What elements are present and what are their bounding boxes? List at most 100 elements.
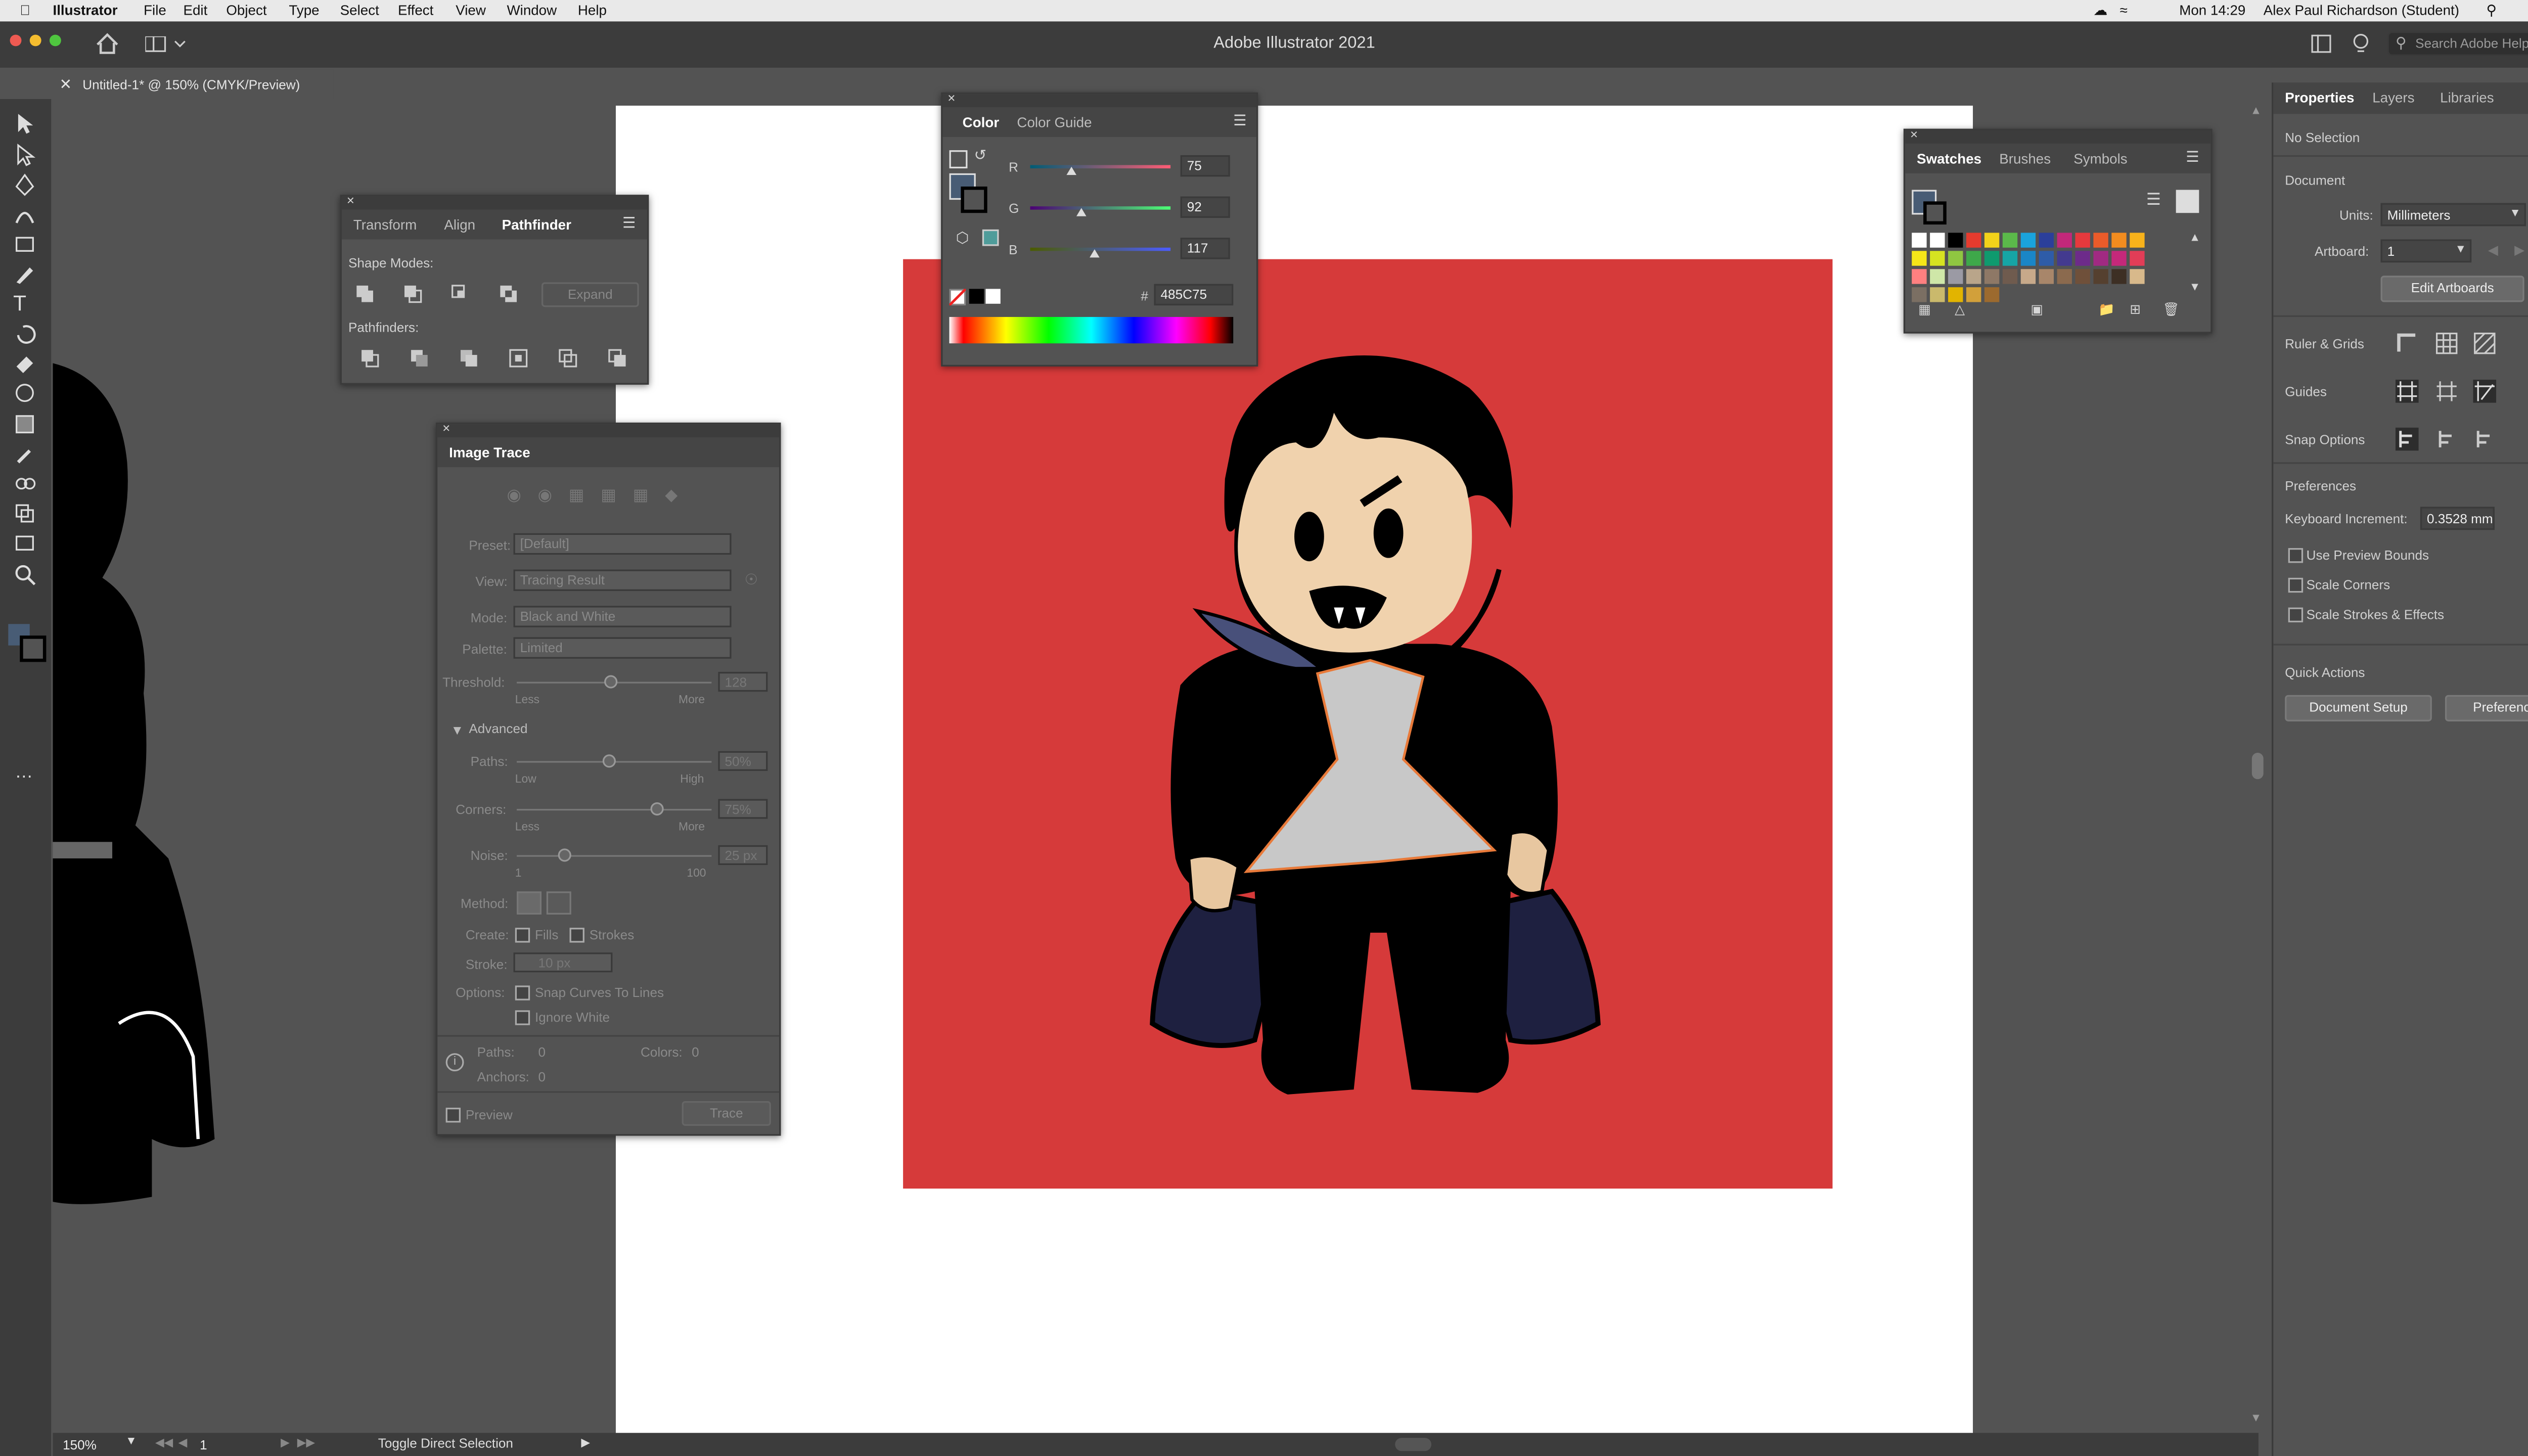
user-name[interactable]: Alex Paul Richardson (Student)	[2264, 2, 2459, 18]
show-guides-icon[interactable]	[2395, 380, 2419, 403]
hex-input[interactable]: 485C75	[1154, 284, 1234, 306]
paths-input[interactable]: 50%	[718, 751, 768, 771]
last-artboard-icon[interactable]: ▶▶	[297, 1436, 315, 1449]
gradient-tool-icon[interactable]	[13, 413, 36, 436]
swatch[interactable]	[2130, 269, 2145, 284]
tab-libraries[interactable]: Libraries	[2440, 89, 2494, 106]
swatch[interactable]	[2093, 269, 2108, 284]
web-safe-color-icon[interactable]	[982, 229, 999, 246]
strokes-checkbox[interactable]	[569, 928, 584, 943]
green-slider-thumb[interactable]	[1075, 208, 1086, 216]
tab-brushes[interactable]: Brushes	[1999, 150, 2051, 167]
method-abutting-button[interactable]	[517, 891, 542, 915]
type-tool-icon[interactable]: T	[13, 291, 36, 315]
color-spectrum[interactable]	[949, 316, 1234, 344]
tab-swatches[interactable]: Swatches	[1917, 150, 1981, 167]
swatch[interactable]	[1948, 251, 1963, 266]
horizontal-scrollbar-thumb[interactable]	[1395, 1438, 1432, 1451]
swatch[interactable]	[2057, 233, 2072, 248]
method-overlapping-button[interactable]	[546, 891, 571, 915]
stroke-color-swatch[interactable]	[1923, 201, 1947, 225]
intersect-icon[interactable]	[450, 284, 470, 304]
close-panel-icon[interactable]: ×	[347, 193, 354, 208]
more-tools-icon[interactable]: …	[15, 763, 33, 783]
eye-icon[interactable]: ☉	[745, 571, 758, 589]
close-panel-icon[interactable]: ×	[442, 421, 450, 436]
swatch[interactable]	[2002, 269, 2018, 284]
swatch[interactable]	[2075, 269, 2090, 284]
document-tab[interactable]: ✕ Untitled-1* @ 150% (CMYK/Preview)	[53, 69, 334, 99]
snap-to-pixel-icon[interactable]	[2473, 428, 2496, 451]
trace-button[interactable]: Trace	[682, 1101, 771, 1126]
swatch[interactable]	[2002, 233, 2018, 248]
list-view-icon[interactable]: ☰	[2146, 192, 2161, 210]
current-tool-status[interactable]: Toggle Direct Selection	[378, 1436, 513, 1451]
swatch[interactable]	[1930, 269, 1945, 284]
transparency-grid-icon[interactable]	[2473, 332, 2496, 355]
swatch[interactable]	[1966, 251, 1981, 266]
lock-guides-icon[interactable]	[2435, 380, 2458, 403]
menu-edit[interactable]: Edit	[183, 2, 207, 18]
outline-icon[interactable]	[558, 348, 578, 368]
tab-color-guide[interactable]: Color Guide	[1017, 114, 1092, 130]
threshold-input[interactable]: 128	[718, 671, 768, 692]
swatch[interactable]	[2093, 233, 2108, 248]
first-artboard-icon[interactable]: ◀◀	[155, 1436, 173, 1449]
blue-value-input[interactable]: 117	[1180, 238, 1230, 259]
clock[interactable]: Mon 14:29	[2179, 2, 2245, 18]
swatch[interactable]	[2020, 269, 2036, 284]
panel-menu-icon[interactable]: ☰	[622, 214, 636, 233]
thumbnail-view-icon[interactable]	[2176, 190, 2199, 213]
stroke-color-swatch[interactable]	[20, 635, 47, 662]
noise-input[interactable]: 25 px	[718, 845, 768, 866]
swatch[interactable]	[1930, 233, 1945, 248]
threshold-slider-thumb[interactable]	[604, 675, 618, 689]
swatch[interactable]	[1930, 251, 1945, 266]
creative-cloud-icon[interactable]: ☁	[2093, 2, 2107, 20]
pen-tool-icon[interactable]	[13, 173, 36, 197]
crop-icon[interactable]	[509, 348, 528, 368]
preset-icons[interactable]: ◉◉▦▦▦◆	[507, 487, 694, 505]
swatch[interactable]	[2020, 251, 2036, 266]
out-of-gamut-icon[interactable]: ⬡	[956, 230, 969, 248]
scale-strokes-checkbox[interactable]	[2288, 607, 2304, 623]
blue-slider[interactable]	[1030, 247, 1171, 251]
spotlight-icon[interactable]: ⚲	[2487, 2, 2497, 20]
next-artboard-icon[interactable]: ▶	[281, 1436, 290, 1449]
artboard-tool-icon[interactable]	[13, 531, 36, 555]
previous-artboard-icon[interactable]: ◀	[2488, 243, 2498, 257]
swatch-libraries-icon[interactable]: ▦	[1918, 302, 1931, 317]
vampire-artwork[interactable]	[1139, 347, 1618, 1106]
swatch[interactable]	[2057, 251, 2072, 266]
white-color-icon[interactable]	[985, 289, 1001, 304]
swatch[interactable]	[2075, 233, 2090, 248]
merge-icon[interactable]	[459, 348, 479, 368]
swatch[interactable]	[1966, 287, 1981, 302]
panel-menu-icon[interactable]: ☰	[2186, 149, 2199, 167]
use-preview-bounds-checkbox[interactable]	[2288, 548, 2304, 563]
menu-type[interactable]: Type	[289, 2, 319, 18]
swatch[interactable]	[1912, 233, 1927, 248]
arrange-documents-icon[interactable]	[2311, 34, 2331, 53]
swatch[interactable]	[2039, 233, 2054, 248]
swatch[interactable]	[1984, 269, 2000, 284]
tab-align[interactable]: Align	[444, 216, 475, 233]
menu-file[interactable]: File	[144, 2, 166, 18]
stroke-input[interactable]: 10 px	[513, 952, 613, 973]
menu-effect[interactable]: Effect	[398, 2, 433, 18]
scroll-down-icon[interactable]: ▼	[2250, 1413, 2262, 1425]
eraser-tool-icon[interactable]	[13, 352, 36, 375]
tab-color[interactable]: Color	[963, 114, 1000, 130]
preset-select[interactable]: [Default]	[513, 533, 732, 555]
swatch[interactable]	[1984, 251, 2000, 266]
corners-input[interactable]: 75%	[718, 799, 768, 819]
menu-help[interactable]: Help	[578, 2, 607, 18]
blend-tool-icon[interactable]	[13, 472, 36, 495]
menu-view[interactable]: View	[456, 2, 486, 18]
scale-corners-checkbox[interactable]	[2288, 577, 2304, 593]
paths-slider-thumb[interactable]	[602, 754, 616, 768]
minus-back-icon[interactable]	[608, 348, 627, 368]
tab-image-trace[interactable]: Image Trace	[449, 444, 530, 461]
rulers-icon[interactable]	[2396, 332, 2419, 355]
red-slider-thumb[interactable]	[1066, 166, 1076, 175]
